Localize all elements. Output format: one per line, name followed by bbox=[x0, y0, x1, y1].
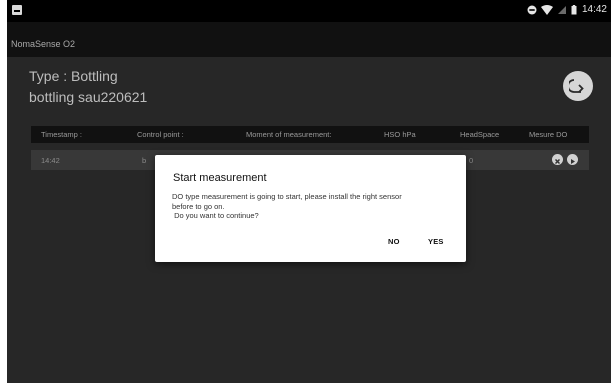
status-bar: 14:42 bbox=[7, 0, 611, 22]
start-measurement-dialog: Start measurement DO type measurement is… bbox=[155, 155, 466, 262]
no-button[interactable]: NO bbox=[388, 237, 400, 246]
dialog-message: DO type measurement is going to start, p… bbox=[172, 192, 457, 221]
notification-icon bbox=[12, 5, 22, 15]
dialog-message-line: Do you want to continue? bbox=[172, 211, 259, 220]
app-title: NomaSense O2 bbox=[11, 39, 76, 49]
status-icons: 14:42 bbox=[527, 4, 607, 15]
yes-button[interactable]: YES bbox=[428, 237, 444, 246]
dialog-message-line: before to go on. bbox=[172, 201, 225, 211]
dialog-title: Start measurement bbox=[173, 172, 267, 184]
signal-icon bbox=[557, 5, 566, 14]
clock: 14:42 bbox=[581, 4, 607, 15]
app-bar: NomaSense O2 bbox=[7, 22, 611, 57]
wifi-icon bbox=[540, 4, 553, 15]
dialog-message-line: DO type measurement is going to start, p… bbox=[172, 192, 402, 201]
do-not-disturb-icon bbox=[527, 5, 537, 14]
battery-icon bbox=[571, 4, 577, 14]
